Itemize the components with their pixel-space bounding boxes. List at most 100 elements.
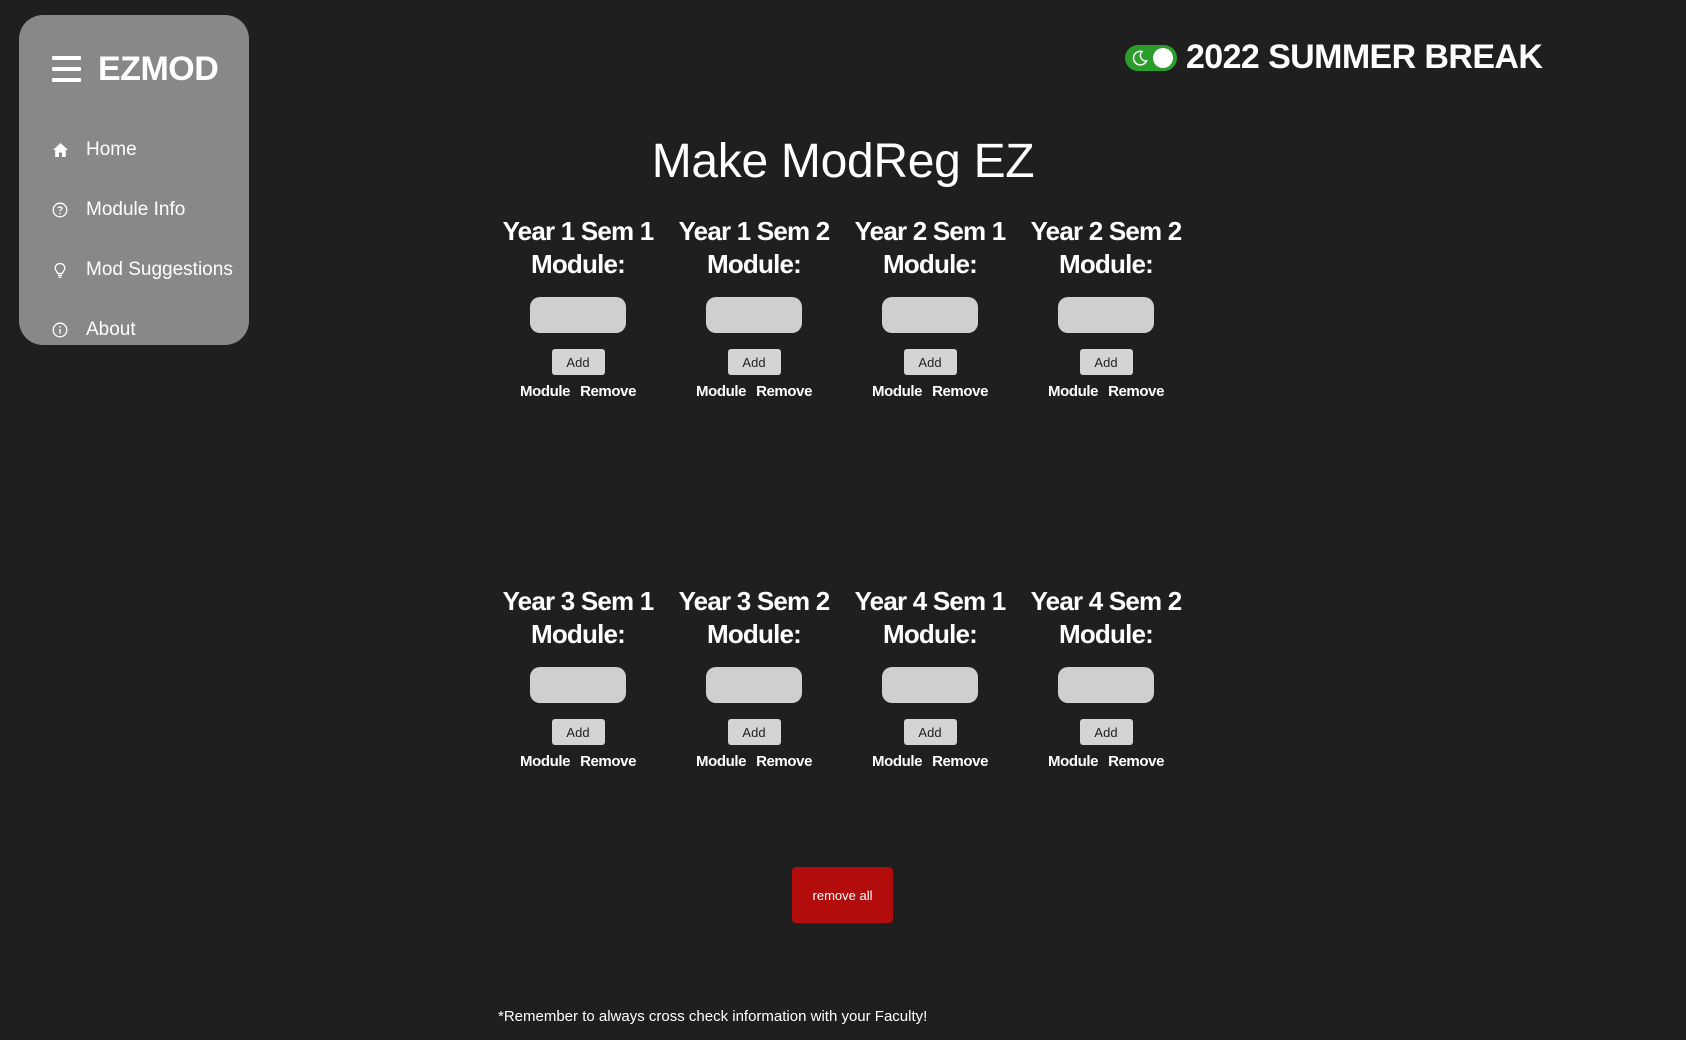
module-table-header: Module Remove xyxy=(696,753,812,770)
semester-name: Year 4 Sem 1 xyxy=(854,586,1007,616)
column-remove: Remove xyxy=(1108,753,1165,770)
column-module: Module xyxy=(871,753,923,770)
sidebar-item-label: Module Info xyxy=(86,199,186,220)
semester-card: Year 2 Sem 2 Module: Add Module Remove xyxy=(1018,215,1194,400)
semester-name: Year 1 Sem 1 xyxy=(502,216,655,246)
semester-heading: Year 3 Sem 1 Module: xyxy=(502,585,655,651)
semester-heading: Year 3 Sem 2 Module: xyxy=(678,585,831,651)
semester-heading: Year 4 Sem 1 Module: xyxy=(854,585,1007,651)
semester-card: Year 3 Sem 1 Module: Add Module Remove xyxy=(490,585,666,770)
column-remove: Remove xyxy=(756,753,813,770)
footnote: *Remember to always cross check informat… xyxy=(498,1008,928,1025)
term-title: 2022 SUMMER BREAK xyxy=(1186,38,1543,76)
semester-heading: Year 2 Sem 1 Module: xyxy=(854,215,1007,281)
sidebar-nav: Home Module Info Mod Suggestions About xyxy=(19,120,249,360)
module-label: Module: xyxy=(882,249,978,279)
add-button[interactable]: Add xyxy=(551,349,605,375)
semester-name: Year 2 Sem 1 xyxy=(854,216,1007,246)
column-module: Module xyxy=(695,753,747,770)
add-button[interactable]: Add xyxy=(1079,719,1133,745)
semester-heading: Year 2 Sem 2 Module: xyxy=(1030,215,1183,281)
sidebar: EZMOD Home Module Info Mod Suggestions A… xyxy=(19,15,249,345)
module-label: Module: xyxy=(706,619,802,649)
semester-heading: Year 1 Sem 1 Module: xyxy=(502,215,655,281)
module-label: Module: xyxy=(530,249,626,279)
moon-icon xyxy=(1132,50,1148,66)
module-input[interactable] xyxy=(1058,297,1154,333)
add-button[interactable]: Add xyxy=(1079,349,1133,375)
column-remove: Remove xyxy=(932,383,989,400)
module-table-header: Module Remove xyxy=(696,383,812,400)
brand-title: EZMOD xyxy=(98,50,219,88)
semester-card: Year 1 Sem 1 Module: Add Module Remove xyxy=(490,215,666,400)
module-input[interactable] xyxy=(1058,667,1154,703)
column-module: Module xyxy=(519,753,571,770)
module-label: Module: xyxy=(706,249,802,279)
semester-name: Year 2 Sem 2 xyxy=(1030,216,1183,246)
lightbulb-icon xyxy=(51,261,69,279)
page-title: Make ModReg EZ xyxy=(651,135,1035,188)
module-label: Module: xyxy=(1058,619,1154,649)
theme-toggle[interactable] xyxy=(1125,44,1177,71)
module-input[interactable] xyxy=(530,297,626,333)
question-circle-icon xyxy=(51,201,69,219)
semester-card: Year 4 Sem 2 Module: Add Module Remove xyxy=(1018,585,1194,770)
add-button[interactable]: Add xyxy=(903,349,957,375)
semester-name: Year 4 Sem 2 xyxy=(1030,586,1183,616)
semester-row-1: Year 1 Sem 1 Module: Add Module Remove Y… xyxy=(490,215,1270,400)
semester-card: Year 4 Sem 1 Module: Add Module Remove xyxy=(842,585,1018,770)
semester-name: Year 3 Sem 2 xyxy=(678,586,831,616)
module-table-header: Module Remove xyxy=(872,753,988,770)
semester-name: Year 1 Sem 2 xyxy=(678,216,831,246)
add-button[interactable]: Add xyxy=(551,719,605,745)
brand: EZMOD xyxy=(52,49,219,89)
semester-heading: Year 1 Sem 2 Module: xyxy=(678,215,831,281)
column-remove: Remove xyxy=(1108,383,1165,400)
toggle-knob xyxy=(1153,47,1173,68)
module-input[interactable] xyxy=(882,667,978,703)
module-table-header: Module Remove xyxy=(520,383,636,400)
column-module: Module xyxy=(871,383,923,400)
add-button[interactable]: Add xyxy=(727,719,781,745)
column-module: Module xyxy=(695,383,747,400)
module-input[interactable] xyxy=(530,667,626,703)
module-input[interactable] xyxy=(706,667,802,703)
hamburger-menu-icon[interactable] xyxy=(52,56,81,82)
column-remove: Remove xyxy=(580,383,637,400)
semester-row-2: Year 3 Sem 1 Module: Add Module Remove Y… xyxy=(490,585,1270,770)
sidebar-item-module-info[interactable]: Module Info xyxy=(19,180,249,240)
module-table-header: Module Remove xyxy=(520,753,636,770)
semester-card: Year 2 Sem 1 Module: Add Module Remove xyxy=(842,215,1018,400)
sidebar-item-label: Mod Suggestions xyxy=(86,259,233,280)
sidebar-item-home[interactable]: Home xyxy=(19,120,249,180)
add-button[interactable]: Add xyxy=(903,719,957,745)
home-icon xyxy=(51,141,69,159)
column-remove: Remove xyxy=(932,753,989,770)
module-input[interactable] xyxy=(706,297,802,333)
semester-card: Year 1 Sem 2 Module: Add Module Remove xyxy=(666,215,842,400)
info-circle-icon xyxy=(51,321,69,339)
module-table-header: Module Remove xyxy=(1048,383,1164,400)
column-remove: Remove xyxy=(580,753,637,770)
semester-heading: Year 4 Sem 2 Module: xyxy=(1030,585,1183,651)
sidebar-item-mod-suggestions[interactable]: Mod Suggestions xyxy=(19,240,249,300)
sidebar-item-about[interactable]: About xyxy=(19,300,249,360)
module-table-header: Module Remove xyxy=(1048,753,1164,770)
module-label: Module: xyxy=(530,619,626,649)
column-remove: Remove xyxy=(756,383,813,400)
column-module: Module xyxy=(1047,383,1099,400)
column-module: Module xyxy=(1047,753,1099,770)
semester-card: Year 3 Sem 2 Module: Add Module Remove xyxy=(666,585,842,770)
sidebar-item-label: About xyxy=(86,319,136,340)
module-label: Module: xyxy=(882,619,978,649)
column-module: Module xyxy=(519,383,571,400)
add-button[interactable]: Add xyxy=(727,349,781,375)
semester-name: Year 3 Sem 1 xyxy=(502,586,655,616)
module-table-header: Module Remove xyxy=(872,383,988,400)
remove-all-button[interactable]: remove all xyxy=(792,867,893,923)
module-input[interactable] xyxy=(882,297,978,333)
page: EZMOD Home Module Info Mod Suggestions A… xyxy=(0,0,1686,1040)
sidebar-item-label: Home xyxy=(86,139,137,160)
header-term: 2022 SUMMER BREAK xyxy=(1125,38,1543,77)
module-label: Module: xyxy=(1058,249,1154,279)
